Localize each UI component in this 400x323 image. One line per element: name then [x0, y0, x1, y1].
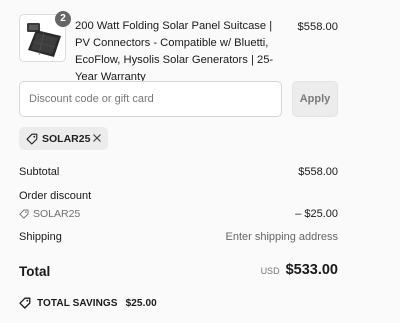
savings-label: TOTAL SAVINGS: [37, 297, 118, 309]
product-price: $558.00: [297, 21, 338, 33]
discount-code-detail: SOLAR25: [19, 207, 339, 221]
total-amount-group: USD $533.00: [261, 262, 338, 278]
remove-discount-icon[interactable]: [92, 133, 102, 143]
tag-icon: [19, 209, 29, 219]
shipping-row: Shipping Enter shipping address: [19, 230, 339, 244]
total-savings: TOTAL SAVINGS $25.00: [19, 297, 157, 309]
tag-icon: [26, 133, 38, 145]
subtotal-row: Subtotal $558.00: [19, 165, 339, 179]
quantity-badge: 2: [55, 11, 71, 27]
applied-discount-tag: SOLAR25: [19, 127, 108, 150]
product-title: 200 Watt Folding Solar Panel Suitcase | …: [75, 20, 274, 83]
apply-button[interactable]: Apply: [292, 81, 338, 117]
line-item: 2 200 Watt Folding Solar Panel Suitcase …: [19, 11, 339, 83]
order-discount-row: Order discount: [19, 189, 339, 203]
applied-code-label: SOLAR25: [42, 132, 91, 145]
discount-amount: – $25.00: [295, 208, 338, 220]
discount-form: Apply: [19, 81, 339, 117]
order-summary: 2 200 Watt Folding Solar Panel Suitcase …: [19, 11, 339, 309]
currency-code: USD: [260, 266, 280, 276]
total-label: Total: [19, 264, 51, 279]
shipping-value: Enter shipping address: [225, 231, 338, 243]
discount-detail-row: SOLAR25 – $25.00: [19, 207, 339, 221]
shipping-label: Shipping: [19, 231, 62, 243]
savings-amount: $25.00: [125, 297, 157, 309]
subtotal-value: $558.00: [298, 166, 338, 178]
total-row: Total USD $533.00: [19, 262, 339, 282]
tag-icon: [19, 297, 31, 309]
solar-panel-icon: [27, 23, 61, 57]
discount-code-text: SOLAR25: [33, 208, 81, 220]
subtotal-label: Subtotal: [19, 166, 60, 178]
discount-code-input[interactable]: [19, 81, 282, 117]
order-discount-label: Order discount: [19, 190, 92, 202]
total-amount: $533.00: [285, 262, 338, 278]
